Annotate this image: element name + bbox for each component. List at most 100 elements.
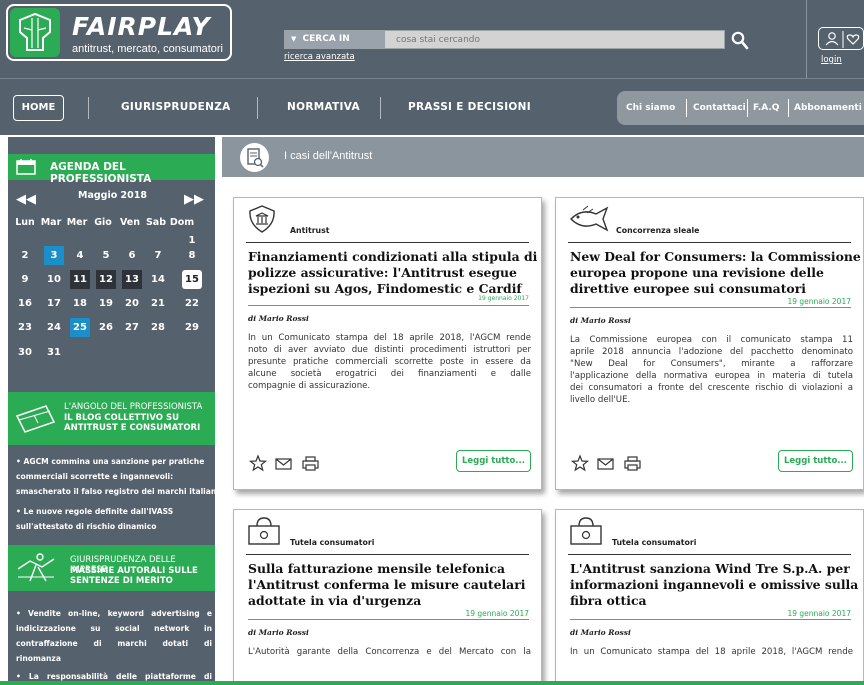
card-body-line: La Commissione europea con il comunicato… (570, 335, 853, 345)
calendar-weekday: Mar (40, 217, 62, 228)
nav-home[interactable]: HOME (13, 95, 64, 121)
search-input[interactable] (385, 31, 724, 48)
card-title-line[interactable]: l'Antitrust conferma le misure cautelari (248, 577, 525, 593)
card-title-line[interactable]: Sulla fatturazione mensile telefonica (248, 561, 505, 577)
calendar-day[interactable]: 27 (122, 318, 142, 337)
document-icon (240, 143, 269, 172)
search-icon[interactable] (731, 30, 749, 50)
calendar-day[interactable]: 15 (182, 270, 202, 289)
card-author: di Mario Rossi (248, 628, 309, 637)
card-divider (568, 554, 851, 555)
advanced-search-link[interactable]: ricerca avanzata (284, 52, 355, 62)
card-body-line: In un Comunicato stampa del 18 aprile 20… (248, 333, 531, 343)
card-body-line: alcune società erogatrici dei finanziame… (248, 369, 531, 379)
calendar-day[interactable]: 21 (148, 294, 168, 313)
sidebar: AGENDA DEL PROFESSIONISTA ◀◀ Maggio 2018… (8, 137, 219, 685)
jurisprudence-news-item[interactable]: • Vendite on-line, keyword advertising e… (16, 606, 212, 666)
card-title-line[interactable]: fibra ottica (570, 593, 647, 609)
star-icon (248, 454, 268, 472)
calendar-day[interactable]: 31 (44, 343, 64, 362)
card-divider (568, 242, 851, 243)
calendar-day[interactable]: 14 (148, 270, 168, 289)
card-title-line[interactable]: europea propone una revisione delle (570, 265, 824, 281)
card-date: 19 gennaio 2017 (787, 609, 851, 618)
login-link[interactable]: login (821, 55, 842, 65)
news-line: indicizzazione su social network in (16, 624, 212, 633)
calendar-day[interactable]: 9 (15, 270, 35, 289)
calendar-day[interactable]: 11 (70, 270, 90, 289)
calendar-day[interactable]: 10 (44, 270, 64, 289)
prev-year-icon[interactable]: ◀◀ (16, 192, 36, 207)
calendar-month: Maggio 2018 (78, 190, 147, 201)
card-title-line[interactable]: New Deal for Consumers: la Commissione (570, 249, 861, 265)
calendar-day[interactable]: 30 (15, 343, 35, 362)
calendar-day[interactable]: 17 (44, 294, 64, 313)
courthouse-icon (246, 204, 278, 238)
calendar-day[interactable]: 22 (182, 294, 202, 313)
calendar-day[interactable]: 16 (15, 294, 35, 313)
case-card[interactable]: Tutela consumatori Sulla fatturazione men… (233, 509, 542, 685)
bottom-accent-line (0, 681, 864, 685)
calendar-day[interactable]: 13 (122, 270, 142, 289)
calendar-day[interactable]: 6 (122, 246, 142, 265)
calendar-day[interactable]: 3 (44, 246, 64, 265)
card-author: di Mario Rossi (248, 314, 309, 323)
util-faq[interactable]: F.A.Q (753, 103, 779, 113)
calendar-day[interactable]: 20 (122, 294, 142, 313)
util-contattaci[interactable]: Contattaci (693, 103, 746, 113)
calendar-day[interactable]: 29 (182, 318, 202, 337)
card-title-line[interactable]: L'Antitrust sanziona Wind Tre S.p.A. per (570, 561, 850, 577)
case-card[interactable]: Tutela consumatori L'Antitrust sanziona W… (555, 509, 864, 685)
brand-tagline: antitrust, mercato, consumatori (72, 43, 224, 55)
calendar-day[interactable]: 25 (70, 318, 90, 337)
site-logo[interactable]: FAIRPLAY antitrust, mercato, consumatori (6, 4, 232, 61)
util-chi-siamo[interactable]: Chi siamo (626, 103, 675, 113)
account-box[interactable] (818, 27, 864, 50)
read-more-button[interactable]: Leggi tutto... (778, 450, 853, 472)
shopping-bag-icon (568, 516, 604, 550)
nav-giurisprudenza[interactable]: GIURISPRUDENZA (121, 101, 231, 113)
card-actions (570, 454, 651, 476)
card-title-line[interactable]: informazioni ingannevoli e omissive sull… (570, 577, 858, 593)
calendar-day[interactable]: 23 (15, 318, 35, 337)
card-title-line[interactable]: adottate in via d'urgenza (248, 593, 421, 609)
next-month-icon[interactable]: ▶▶ (184, 192, 204, 207)
util-abbonamenti[interactable]: Abbonamenti (794, 103, 862, 113)
card-title-line[interactable]: polizze assicurative: l'Antitrust esegue (248, 265, 517, 281)
case-card[interactable]: Antitrust Finanziamenti condizionati alla… (233, 197, 542, 490)
case-card[interactable]: Concorrenza sleale New Deal for Consumers… (555, 197, 864, 490)
nav-prassi-decisioni[interactable]: PRASSI E DECISIONI (408, 101, 531, 113)
calendar-day[interactable]: 7 (148, 246, 168, 265)
calendar-day[interactable]: 4 (70, 246, 90, 265)
blog-title-line-2: ANTITRUST E CONSUMATORI (64, 423, 201, 433)
nav-normativa[interactable]: NORMATIVA (287, 101, 360, 113)
heart-icon (846, 34, 860, 45)
jurisprudence-title-line-2: SENTENZE DI MERITO (70, 576, 173, 586)
read-more-button[interactable]: Leggi tutto... (456, 450, 531, 472)
news-line: • Vendite on-line, keyword advertising e (16, 609, 212, 618)
search-scope-dropdown[interactable]: ▼ CERCA IN (285, 31, 385, 48)
calendar-day[interactable]: 26 (96, 318, 116, 337)
card-body-line: In un Comunicato stampa del 18 aprile 20… (570, 647, 853, 657)
calendar-day[interactable]: 8 (182, 246, 202, 265)
blog-news-item[interactable]: • Le nuove regole definite dall'IVASS su… (16, 504, 216, 534)
card-title-line[interactable]: Finanziamenti condizionati alla stipula … (248, 249, 537, 265)
card-body-line: dei consumatori a fronte del crescente r… (570, 383, 853, 393)
card-date: 19 gennaio 2017 (465, 609, 529, 618)
calendar-day[interactable]: 5 (96, 246, 116, 265)
calendar-day[interactable]: 24 (44, 318, 64, 337)
card-title-line[interactable]: direttive europee sui consumatori (570, 281, 806, 297)
calendar-day[interactable]: 28 (148, 318, 168, 337)
card-category: Concorrenza sleale (616, 226, 700, 235)
calendar-day[interactable]: 12 (96, 270, 116, 289)
blog-banner[interactable]: L'ANGOLO DEL PROFESSIONISTA IL BLOG COLL… (8, 392, 215, 445)
calendar-day[interactable]: 19 (96, 294, 116, 313)
blog-news-item[interactable]: • AGCM commina una sanzione per pratiche… (16, 454, 219, 499)
print-icon (624, 456, 641, 471)
calendar-day[interactable]: 2 (15, 246, 35, 265)
logo-head-icon (10, 8, 60, 57)
calendar-day[interactable]: 18 (70, 294, 90, 313)
jurisprudence-banner[interactable]: GIURISPRUDENZA DELLE IMPRESE MASSIME AUT… (8, 545, 215, 591)
card-body-line: livello dell'UE. (570, 395, 631, 405)
calendar-weekday: Mer (66, 217, 88, 228)
